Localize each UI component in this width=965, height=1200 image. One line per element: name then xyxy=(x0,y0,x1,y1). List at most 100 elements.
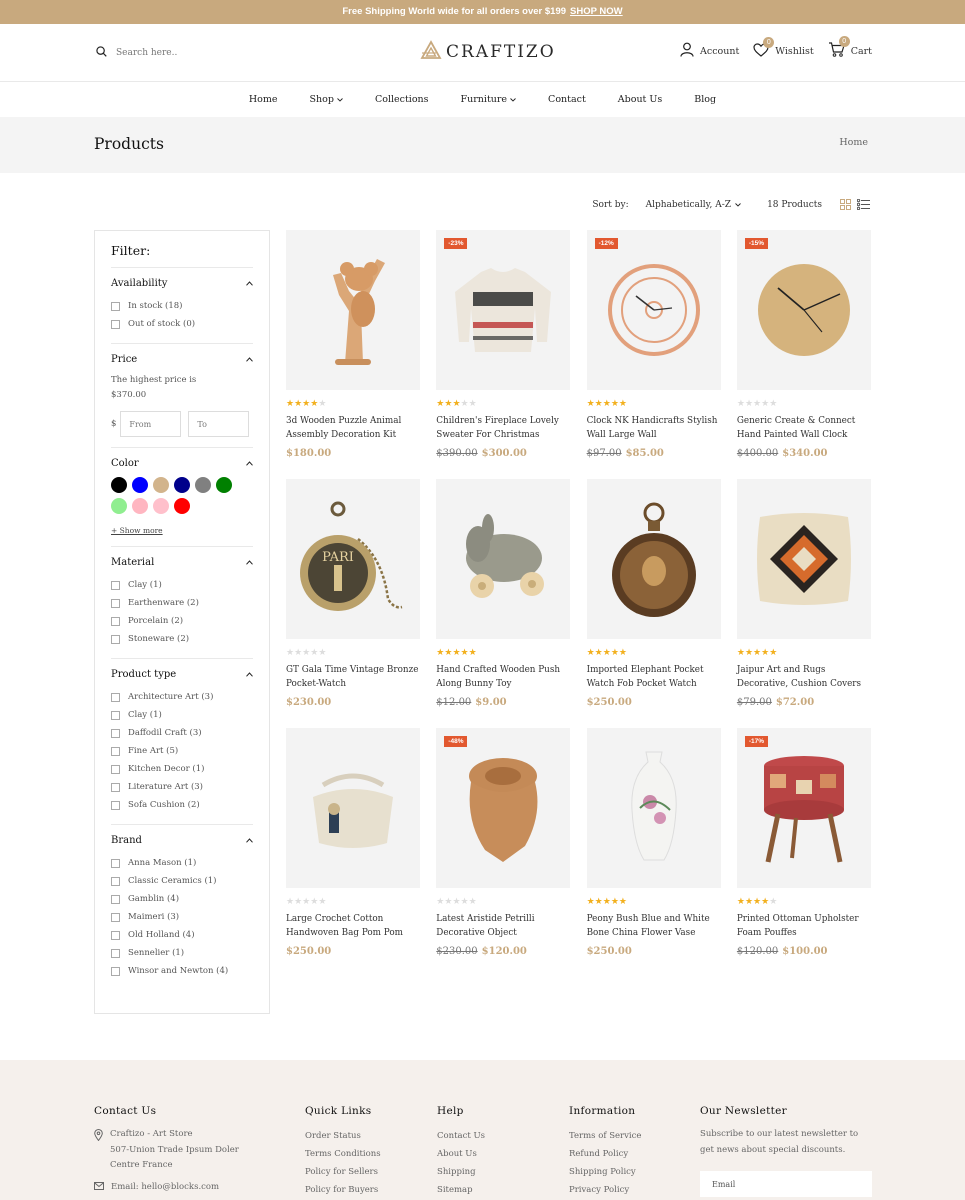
product-image[interactable] xyxy=(286,230,420,390)
filter-availability-header[interactable]: Availability xyxy=(111,278,253,289)
filter-option[interactable]: Earthenware (2) xyxy=(111,594,253,612)
checkbox[interactable] xyxy=(111,616,120,626)
nav-about[interactable]: About Us xyxy=(602,94,679,105)
product-name[interactable]: Printed Ottoman Upholster Foam Pouffes xyxy=(737,913,871,941)
filter-option[interactable]: Sofa Cushion (2) xyxy=(111,796,253,814)
color-swatch[interactable] xyxy=(153,498,169,514)
footer-link[interactable]: Policy for Sellers xyxy=(305,1163,381,1181)
filter-color-header[interactable]: Color xyxy=(111,458,253,469)
nav-furniture[interactable]: Furniture xyxy=(445,94,533,105)
list-view-icon[interactable] xyxy=(857,199,870,210)
footer-link[interactable]: Terms of Service xyxy=(569,1127,641,1145)
filter-option[interactable]: Anna Mason (1) xyxy=(111,854,253,872)
filter-option[interactable]: Stoneware (2) xyxy=(111,630,253,648)
filter-option[interactable]: Maimeri (3) xyxy=(111,908,253,926)
checkbox[interactable] xyxy=(111,319,120,329)
account-link[interactable]: Account xyxy=(680,42,739,60)
color-swatch[interactable] xyxy=(174,498,190,514)
logo[interactable]: CRAFTIZO xyxy=(420,40,556,63)
product-image[interactable] xyxy=(586,479,721,639)
product-name[interactable]: Large Crochet Cotton Handwoven Bag Pom P… xyxy=(286,913,420,941)
product-name[interactable]: Latest Aristide Petrilli Decorative Obje… xyxy=(436,913,570,941)
footer-link[interactable]: Sitemap xyxy=(437,1181,485,1199)
filter-option[interactable]: Daffodil Craft (3) xyxy=(111,724,253,742)
color-swatch[interactable] xyxy=(153,477,169,493)
color-swatch[interactable] xyxy=(111,498,127,514)
filter-option[interactable]: Gamblin (4) xyxy=(111,890,253,908)
checkbox[interactable] xyxy=(111,728,120,738)
footer-link[interactable]: Refund Policy xyxy=(569,1145,641,1163)
checkbox[interactable] xyxy=(111,800,120,810)
product-card[interactable]: -23% ★★★★★ Children's Fireplace Lovely Swe… xyxy=(436,230,571,479)
checkbox[interactable] xyxy=(111,580,120,590)
price-to-input[interactable] xyxy=(188,411,250,437)
checkbox[interactable] xyxy=(111,634,120,644)
price-from-input[interactable] xyxy=(120,411,182,437)
filter-option[interactable]: Fine Art (5) xyxy=(111,742,253,760)
product-card[interactable]: ★★★★★ Imported Elephant Pocket Watch Fob … xyxy=(586,479,721,728)
product-name[interactable]: 3d Wooden Puzzle Animal Assembly Decorat… xyxy=(286,415,420,443)
product-card[interactable]: -17% ★★★★★ Printed Ottoman Upholster Foam … xyxy=(736,728,871,977)
product-name[interactable]: Children's Fireplace Lovely Sweater For … xyxy=(436,415,570,443)
product-card[interactable]: ★★★★★ 3d Wooden Puzzle Animal Assembly De… xyxy=(286,230,420,479)
breadcrumb-home[interactable]: Home xyxy=(839,137,868,148)
product-card[interactable]: ★★★★★ Jaipur Art and Rugs Decorative, Cus… xyxy=(736,479,871,728)
color-swatch[interactable] xyxy=(111,477,127,493)
product-name[interactable]: Hand Crafted Wooden Push Along Bunny Toy xyxy=(436,664,570,692)
footer-link[interactable]: About Us xyxy=(437,1145,485,1163)
product-image[interactable]: -15% xyxy=(736,230,871,390)
wishlist-link[interactable]: 0 Wishlist xyxy=(753,36,814,60)
product-image[interactable] xyxy=(286,728,420,888)
product-image[interactable]: -17% xyxy=(736,728,871,888)
product-card[interactable]: ★★★★★ Hand Crafted Wooden Push Along Bunn… xyxy=(436,479,571,728)
color-swatch[interactable] xyxy=(216,477,232,493)
product-name[interactable]: Generic Create & Connect Hand Painted Wa… xyxy=(737,415,871,443)
filter-price-header[interactable]: Price xyxy=(111,354,253,365)
shop-now-link[interactable]: SHOP NOW xyxy=(570,6,623,17)
footer-link[interactable]: Privacy Policy xyxy=(569,1181,641,1199)
checkbox[interactable] xyxy=(111,966,120,976)
filter-option[interactable]: Porcelain (2) xyxy=(111,612,253,630)
nav-shop[interactable]: Shop xyxy=(294,94,359,105)
color-swatch[interactable] xyxy=(195,477,211,493)
product-image[interactable]: -48% xyxy=(436,728,571,888)
product-name[interactable]: Clock NK Handicrafts Stylish Wall Large … xyxy=(587,415,721,443)
sort-select[interactable]: Alphabetically, A-Z xyxy=(646,200,741,210)
checkbox[interactable] xyxy=(111,912,120,922)
search-input[interactable] xyxy=(116,48,236,58)
filter-option[interactable]: Sennelier (1) xyxy=(111,944,253,962)
product-image[interactable] xyxy=(736,479,871,639)
filter-material-header[interactable]: Material xyxy=(111,557,253,568)
nav-collections[interactable]: Collections xyxy=(359,94,445,105)
cart-link[interactable]: 0 Cart xyxy=(828,36,872,60)
footer-link[interactable]: Contact Us xyxy=(437,1127,485,1145)
checkbox[interactable] xyxy=(111,746,120,756)
footer-link[interactable]: Policy for Buyers xyxy=(305,1181,381,1199)
nav-contact[interactable]: Contact xyxy=(532,94,602,105)
product-card[interactable]: -12% ★★★★★ Clock NK Handicrafts Stylish Wa… xyxy=(586,230,721,479)
color-swatch[interactable] xyxy=(174,477,190,493)
product-card[interactable]: PARI ★★★★★ GT Gala Time Vintage Bronze Poc… xyxy=(286,479,420,728)
product-name[interactable]: Imported Elephant Pocket Watch Fob Pocke… xyxy=(587,664,721,692)
footer-link[interactable]: Order Status xyxy=(305,1127,381,1145)
footer-link[interactable]: Shipping xyxy=(437,1163,485,1181)
footer-link[interactable]: Shipping Policy xyxy=(569,1163,641,1181)
product-image[interactable]: -12% xyxy=(586,230,721,390)
product-image[interactable] xyxy=(586,728,721,888)
nav-blog[interactable]: Blog xyxy=(678,94,732,105)
filter-option[interactable]: Clay (1) xyxy=(111,706,253,724)
product-card[interactable]: -48% ★★★★★ Latest Aristide Petrilli Decora… xyxy=(436,728,571,977)
checkbox[interactable] xyxy=(111,930,120,940)
product-image[interactable]: -23% xyxy=(436,230,571,390)
newsletter-email-input[interactable] xyxy=(700,1171,872,1197)
product-card[interactable]: ★★★★★ Peony Bush Blue and White Bone Chin… xyxy=(586,728,721,977)
color-swatch[interactable] xyxy=(132,498,148,514)
grid-view-icon[interactable] xyxy=(840,199,851,210)
filter-option[interactable]: Classic Ceramics (1) xyxy=(111,872,253,890)
filter-option[interactable]: Literature Art (3) xyxy=(111,778,253,796)
product-image[interactable] xyxy=(436,479,571,639)
checkbox[interactable] xyxy=(111,858,120,868)
checkbox[interactable] xyxy=(111,876,120,886)
product-name[interactable]: GT Gala Time Vintage Bronze Pocket-Watch xyxy=(286,664,420,692)
filter-option[interactable]: In stock (18) xyxy=(111,297,253,315)
